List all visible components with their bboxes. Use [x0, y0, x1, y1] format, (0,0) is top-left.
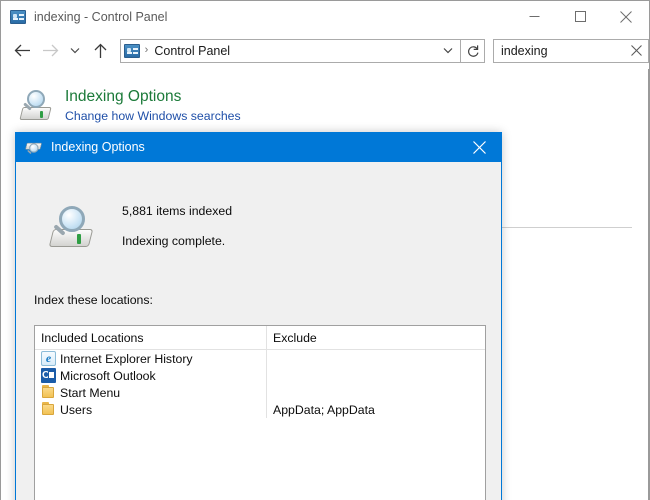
folder-icon	[41, 385, 57, 401]
maximize-button[interactable]	[557, 1, 603, 32]
control-panel-item-indexing-options[interactable]: Indexing Options Change how Windows sear…	[19, 87, 241, 125]
location-name: Microsoft Outlook	[60, 369, 156, 383]
location-name: Internet Explorer History	[60, 352, 193, 366]
control-panel-window: indexing - Control Panel	[0, 0, 650, 500]
indexing-status-icon	[48, 205, 98, 251]
window-controls	[511, 1, 649, 32]
page-title[interactable]: Indexing Options	[65, 87, 241, 107]
breadcrumb-separator: ›	[145, 45, 149, 56]
indexing-state-text: Indexing complete.	[122, 234, 225, 248]
dialog-indexing-options-icon	[25, 143, 33, 151]
indexing-status: 5,881 items indexed Indexing complete.	[16, 191, 501, 265]
search-input[interactable]: indexing	[493, 39, 649, 63]
window-right-edge	[648, 69, 649, 500]
table-row[interactable]: Start Menu	[35, 384, 485, 401]
up-icon[interactable]	[88, 38, 114, 64]
address-chevron-down-icon[interactable]	[436, 40, 460, 62]
close-button[interactable]	[603, 1, 649, 32]
indexing-options-icon	[19, 89, 55, 123]
microsoft-outlook-icon: O	[41, 368, 57, 384]
table-row[interactable]: Users AppData; AppData	[35, 401, 485, 418]
column-header-exclude: Exclude	[267, 326, 485, 349]
navigation-bar: › Control Panel indexing	[1, 32, 649, 69]
page-subtitle-link[interactable]: Change how Windows searches	[65, 108, 241, 125]
included-locations-list[interactable]: Included Locations Exclude e Internet Ex…	[34, 325, 486, 500]
table-row[interactable]: e Internet Explorer History	[35, 350, 485, 367]
dialog-close-icon[interactable]	[457, 132, 501, 162]
items-indexed-count: 5,881 items indexed	[122, 204, 232, 218]
table-row[interactable]: O Microsoft Outlook	[35, 367, 485, 384]
column-header-included-locations: Included Locations	[35, 326, 267, 349]
refresh-icon[interactable]	[461, 39, 485, 63]
address-bar[interactable]: › Control Panel	[120, 39, 462, 63]
dialog-body: 5,881 items indexed Indexing complete. I…	[16, 162, 501, 500]
back-icon[interactable]	[9, 38, 37, 64]
control-panel-icon	[10, 9, 26, 25]
search-close-icon[interactable]	[631, 40, 642, 62]
dialog-titlebar: Indexing Options	[16, 132, 501, 162]
breadcrumb[interactable]: Control Panel	[154, 44, 230, 58]
minimize-button[interactable]	[511, 1, 557, 32]
forward-icon	[37, 38, 65, 64]
exclude-value: AppData; AppData	[267, 403, 485, 417]
indexing-options-dialog: Indexing Options 5,881 items indexed Ind…	[15, 132, 502, 500]
internet-explorer-icon: e	[41, 351, 57, 367]
address-control-panel-icon	[124, 43, 140, 59]
location-name: Users	[60, 403, 92, 417]
list-header: Included Locations Exclude	[35, 326, 485, 350]
window-title: indexing - Control Panel	[34, 10, 167, 24]
list-rows: e Internet Explorer History O Microsoft …	[35, 350, 485, 418]
recent-locations-chevron-down-icon[interactable]	[64, 38, 86, 64]
location-name: Start Menu	[60, 386, 120, 400]
search-value[interactable]: indexing	[501, 44, 548, 58]
dialog-title: Indexing Options	[51, 140, 145, 154]
index-locations-label: Index these locations:	[34, 293, 153, 307]
window-titlebar: indexing - Control Panel	[1, 1, 649, 32]
folder-icon	[41, 402, 57, 418]
